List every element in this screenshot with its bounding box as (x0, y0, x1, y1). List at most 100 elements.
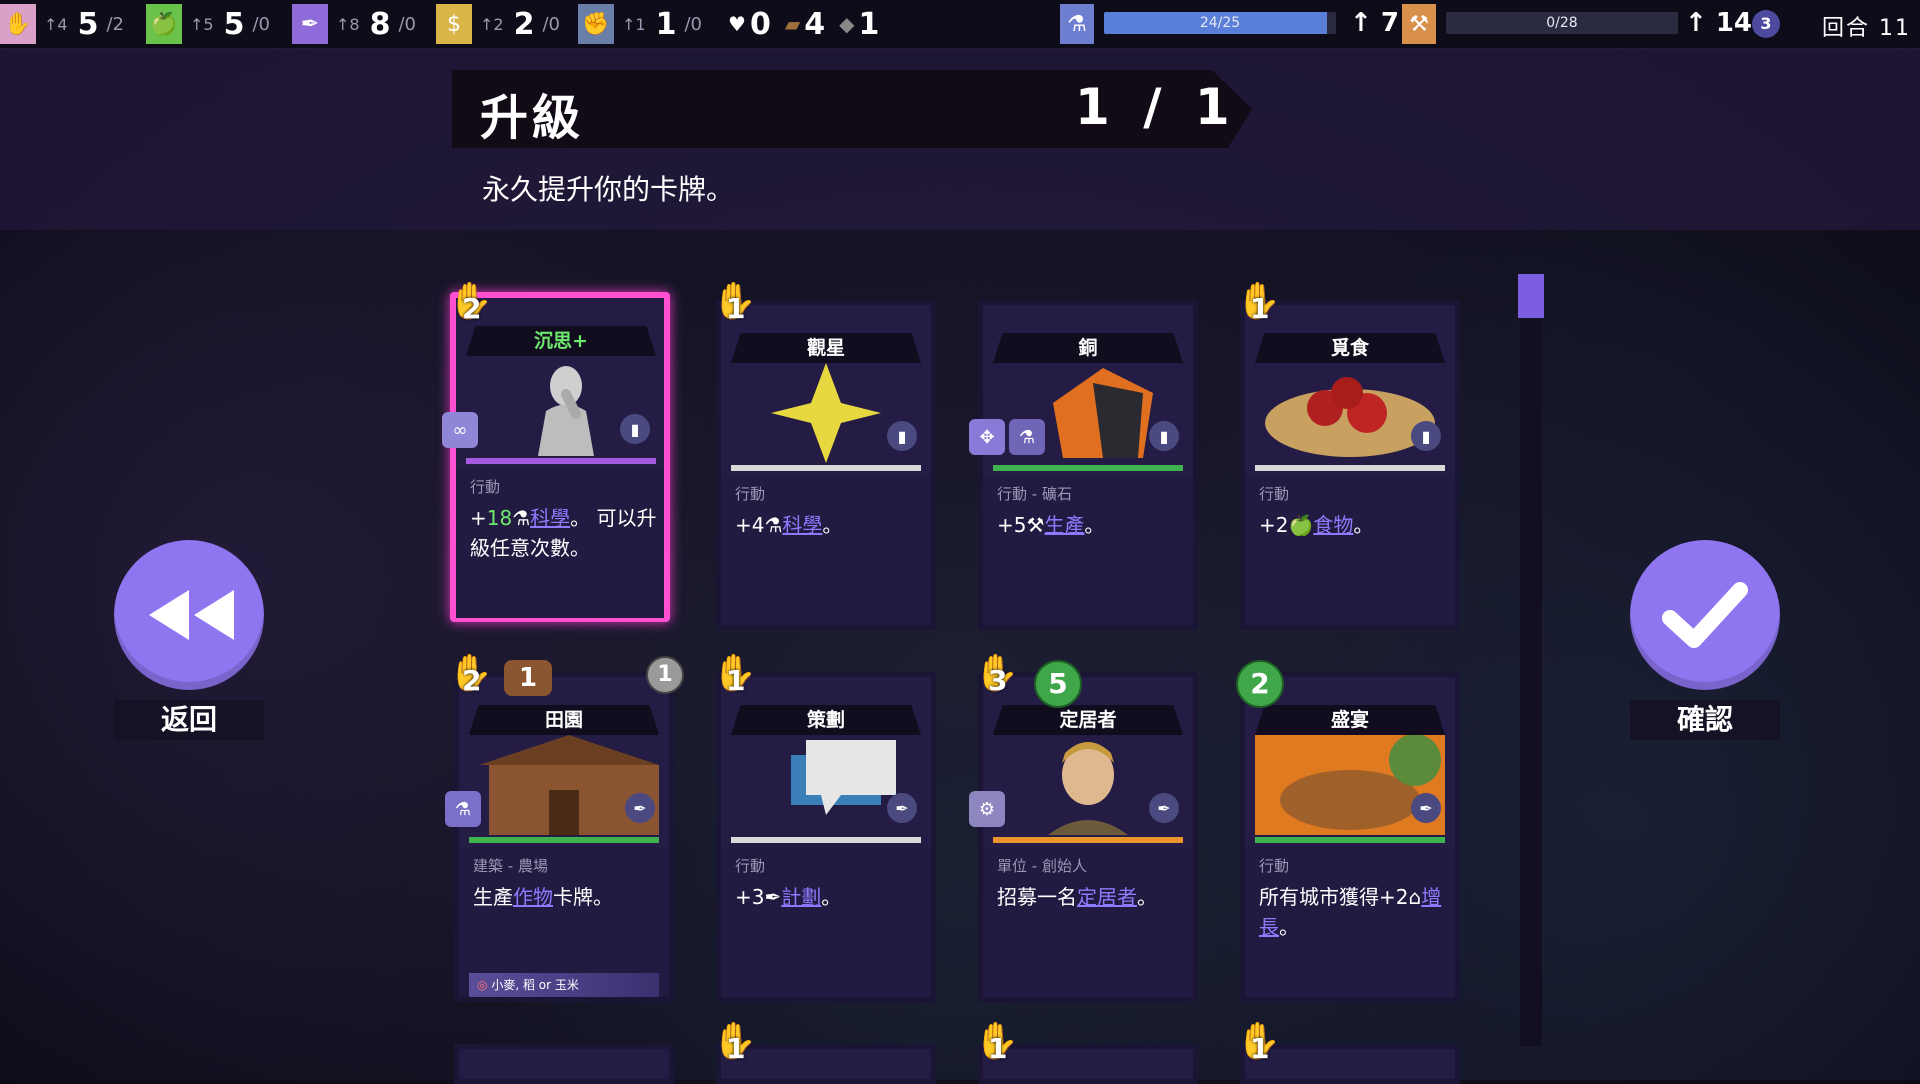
hand-cost: 3 (988, 664, 1008, 697)
card-type: 行動 (735, 857, 766, 875)
science-bar-text: 24/25 (1199, 15, 1241, 31)
stone-icon: ◆ (839, 12, 855, 36)
resource-plan: ✒ ↑8 8 /0 (292, 4, 416, 44)
desc-suffix: 。 (1353, 513, 1374, 537)
cap-text: /0 (684, 13, 702, 35)
flask-icon: ⚗ (512, 506, 531, 530)
card-description: +18⚗科學。 可以升級任意次數。 (470, 503, 660, 563)
confirm-label[interactable]: 確認 (1630, 700, 1780, 740)
gear-icon: ⚙ (969, 791, 1005, 827)
quill-icon: ✒ (625, 793, 655, 823)
desc-prefix: +3 (735, 885, 765, 909)
gain-text: ↑5 (190, 14, 214, 34)
card-type: 行動 (1259, 857, 1290, 875)
wood-value: 4 (804, 6, 826, 42)
flask-icon: ⚗ (1009, 419, 1045, 455)
card-name: 田園 (469, 705, 659, 735)
quill-icon: ✒ (1411, 793, 1441, 823)
food-cost: 2 (1236, 660, 1284, 708)
card-settler[interactable]: 定居者 ⚙ ✒ 單位 - 創始人 招募一名定居者。 (969, 672, 1198, 1002)
back-button[interactable] (114, 540, 264, 690)
flask-icon: ⚗ (764, 513, 783, 537)
card-stargazing[interactable]: 觀星 ▮ 行動 +4⚗科學。 (716, 300, 936, 630)
compress-icon: ✥ (969, 419, 1005, 455)
value-text: 8 (369, 6, 391, 42)
desc-link[interactable]: 計劃 (781, 885, 821, 909)
checkmark-icon (1662, 582, 1748, 648)
card-description: 生產作物卡牌。 (473, 882, 663, 912)
card-rarity-line (993, 465, 1183, 471)
quill-icon: ✒ (764, 885, 782, 909)
apple-icon: 🍏 (1288, 513, 1314, 537)
card-description: 所有城市獲得+2⌂增長。 (1259, 882, 1449, 942)
gain-text: ↑2 (480, 14, 504, 34)
back-label[interactable]: 返回 (114, 700, 264, 740)
card-name: 策劃 (731, 705, 921, 735)
confirm-button[interactable] (1630, 540, 1780, 690)
wood-cost: 1 (504, 660, 552, 696)
fist-icon: ✊ (578, 4, 614, 44)
hand-cost: 2 (462, 292, 482, 325)
apple-icon: 🍏 (146, 4, 182, 44)
quill-icon: ✒ (887, 793, 917, 823)
value-text: 2 (513, 6, 535, 42)
production-bar-text: 0/28 (1546, 15, 1578, 31)
hammer-icon: ⚒ (1026, 513, 1045, 537)
card-icon: ▮ (620, 414, 650, 444)
hand-cost: 1 (1250, 1032, 1270, 1065)
hand-cost: 1 (726, 1032, 746, 1065)
cap-text: /2 (106, 13, 124, 35)
card-type: 單位 - 創始人 (997, 857, 1087, 875)
card-type: 行動 (470, 478, 501, 496)
notification-badge[interactable]: 3 (1752, 10, 1780, 38)
card-planning[interactable]: 策劃 ✒ 行動 +3✒計劃。 (716, 672, 936, 1002)
card-forage[interactable]: 覓食 ▮ 行動 +2🍏食物。 (1240, 300, 1460, 630)
desc-link[interactable]: 科學 (530, 506, 570, 530)
desc-prefix: 招募一名 (997, 885, 1077, 909)
desc-suffix: 卡牌。 (553, 885, 613, 909)
card-type: 行動 (1259, 485, 1290, 503)
hand-cost: 1 (988, 1032, 1008, 1065)
production-progress-bar: 0/28 (1446, 12, 1678, 34)
page-subtitle: 永久提升你的卡牌。 (482, 173, 735, 206)
desc-link[interactable]: 定居者 (1077, 885, 1137, 909)
hand-cost: 2 (462, 664, 482, 697)
resource-military: ✊ ↑1 1 /0 (578, 4, 702, 44)
desc-link[interactable]: 科學 (782, 513, 822, 537)
desc-link[interactable]: 食物 (1313, 513, 1353, 537)
heart-icon: ♥ (728, 12, 746, 36)
money-bag-icon: $ (436, 4, 472, 44)
desc-link[interactable]: 作物 (513, 885, 553, 909)
scrollbar-track[interactable] (1520, 276, 1542, 1046)
card-name: 定居者 (993, 705, 1183, 735)
turn-counter: 回合 11 (1822, 16, 1911, 41)
card-contemplation[interactable]: 沉思+ ∞ ▮ 行動 +18⚗科學。 可以升級任意次數。 (442, 292, 670, 622)
infinity-icon: ∞ (442, 412, 478, 448)
desc-prefix: +2 (1259, 513, 1289, 537)
stone-value: 1 (858, 6, 880, 42)
card-rarity-line (469, 837, 659, 843)
quill-icon: ✒ (292, 4, 328, 44)
hearts-value: 0 (749, 6, 771, 42)
card-rarity-line (1255, 465, 1445, 471)
desc-suffix: 。 (821, 885, 842, 909)
card-description: +5⚒生產。 (997, 510, 1187, 540)
card-copper[interactable]: 銅 ✥ ⚗ ▮ 行動 - 礦石 +5⚒生產。 (969, 300, 1198, 630)
food-cost-value: 2 (1250, 667, 1270, 700)
card-pastoral[interactable]: 田園 ⚗ ✒ 建築 - 農場 生產作物卡牌。 ◎ 小麥, 稻 or 玉米 (445, 672, 674, 1002)
wood-icon: ▰ (784, 12, 801, 36)
desc-suffix: 。 (1137, 885, 1157, 909)
desc-number: 18 (486, 506, 513, 530)
desc-prefix: +4 (735, 513, 765, 537)
gain-text: ↑1 (622, 14, 646, 34)
card-rarity-line (993, 837, 1183, 843)
card-name: 銅 (993, 333, 1183, 363)
desc-link[interactable]: 生產 (1044, 513, 1084, 537)
cap-text: /0 (252, 13, 270, 35)
target-icon: ◎ (477, 978, 488, 992)
card-rarity-line (731, 837, 921, 843)
card-peek[interactable] (454, 1044, 674, 1084)
card-feast[interactable]: 盛宴 ✒ 行動 所有城市獲得+2⌂增長。 (1240, 672, 1460, 1002)
card-rarity-line (466, 458, 656, 464)
scrollbar-thumb[interactable] (1518, 274, 1544, 318)
